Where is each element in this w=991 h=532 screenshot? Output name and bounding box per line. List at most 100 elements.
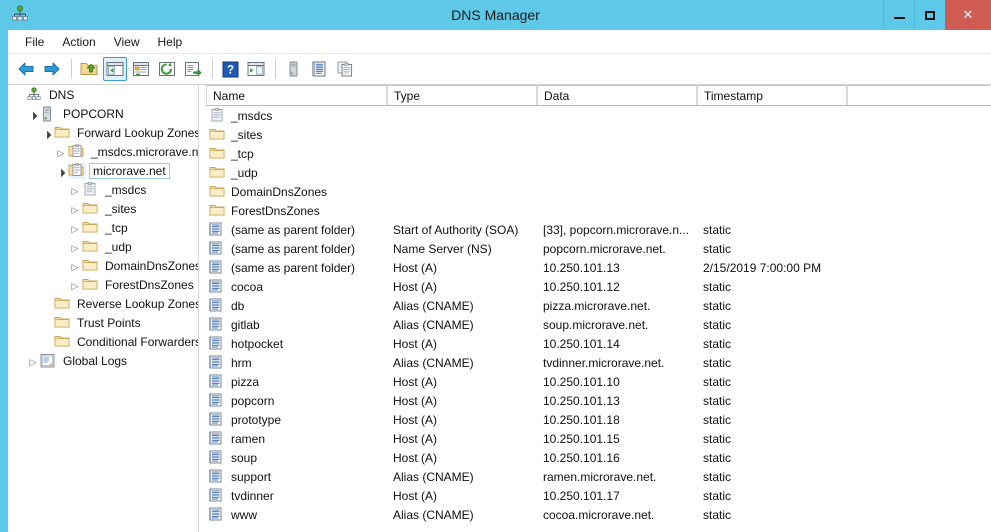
tree-item-forestdnszones[interactable]: ▷ ForestDnsZones	[8, 275, 198, 294]
close-button[interactable]: ✕	[945, 0, 991, 30]
tree-item-label: Forward Lookup Zones	[77, 125, 199, 140]
minimize-button[interactable]	[883, 0, 914, 30]
window-controls: ✕	[883, 0, 991, 30]
tree-item-msdcs-microrave-net[interactable]: ▷ _msdcs.microrave.net	[8, 142, 198, 161]
expand-arrow-icon[interactable]: ▷	[30, 357, 37, 367]
table-row[interactable]: gitlab Alias (CNAME) soup.microrave.net. st…	[206, 315, 991, 334]
expand-arrow-icon[interactable]: ▷	[72, 243, 79, 253]
up-one-level-icon[interactable]	[77, 57, 101, 81]
cell-name: _udp	[206, 165, 387, 180]
collapse-arrow-icon[interactable]: ◢	[27, 110, 38, 121]
column-header-filler[interactable]	[847, 85, 990, 105]
maximize-button[interactable]	[914, 0, 945, 30]
table-row[interactable]: (same as parent folder) Host (A) 10.250.10…	[206, 258, 991, 277]
cell-name: (same as parent folder)	[206, 222, 387, 237]
cell-name-text: tvdinner	[231, 488, 274, 503]
new-server-icon[interactable]	[281, 57, 305, 81]
properties-icon[interactable]	[129, 57, 153, 81]
table-row[interactable]: prototype Host (A) 10.250.101.18 static	[206, 410, 991, 429]
console-tree[interactable]: DNS ◢ POPCORN ◢ Forward Lookup Zones ▷ _msdcs.…	[8, 85, 199, 532]
tree-item-udp[interactable]: ▷ _udp	[8, 237, 198, 256]
record-icon	[209, 374, 227, 389]
table-row[interactable]: _tcp	[206, 144, 991, 163]
record-icon	[209, 488, 227, 503]
table-row[interactable]: popcorn Host (A) 10.250.101.13 static	[206, 391, 991, 410]
back-icon[interactable]	[14, 57, 38, 81]
refresh-icon[interactable]	[155, 57, 179, 81]
cell-name: _sites	[206, 127, 387, 142]
expand-arrow-icon[interactable]: ▷	[72, 205, 79, 215]
table-row[interactable]: pizza Host (A) 10.250.101.10 static	[206, 372, 991, 391]
tree-item-trust-points[interactable]: Trust Points	[8, 313, 198, 332]
tree-item-msdcs[interactable]: ▷ _msdcs	[8, 180, 198, 199]
tree-item-conditional-forwarders[interactable]: Conditional Forwarders	[8, 332, 198, 351]
menu-view[interactable]: View	[105, 32, 149, 52]
separator-1	[71, 59, 72, 79]
expand-arrow-icon[interactable]: ▷	[72, 262, 79, 272]
tree-item-label: _msdcs	[105, 182, 147, 197]
tree-item-sites[interactable]: ▷ _sites	[8, 199, 198, 218]
tree-item-domaindnszones[interactable]: ▷ DomainDnsZones	[8, 256, 198, 275]
cell-type: Host (A)	[393, 260, 438, 275]
tree-item-microrave-net[interactable]: ◢ microrave.net	[8, 161, 198, 180]
cell-name: ramen	[206, 431, 387, 446]
record-icon	[209, 279, 227, 294]
export-list-icon[interactable]	[181, 57, 205, 81]
expand-arrow-icon[interactable]: ▷	[72, 224, 79, 234]
folder-icon	[54, 125, 72, 141]
table-row[interactable]: _msdcs	[206, 106, 991, 125]
show-hide-action-pane-icon[interactable]	[244, 57, 268, 81]
collapse-arrow-icon[interactable]: ◢	[41, 129, 52, 140]
menu-file[interactable]: File	[16, 32, 53, 52]
collapse-arrow-icon[interactable]: ◢	[55, 167, 66, 178]
expand-arrow-icon[interactable]: ▷	[72, 281, 79, 291]
table-row[interactable]: (same as parent folder) Name Server (NS) p…	[206, 239, 991, 258]
table-row[interactable]: db Alias (CNAME) pizza.microrave.net. stati…	[206, 296, 991, 315]
column-header-timestamp[interactable]: Timestamp	[697, 85, 847, 105]
new-record-icon[interactable]	[307, 57, 331, 81]
menu-help[interactable]: Help	[149, 32, 192, 52]
separator-3	[275, 59, 276, 79]
table-row[interactable]: tvdinner Host (A) 10.250.101.17 static	[206, 486, 991, 505]
column-header-name[interactable]: Name	[206, 85, 387, 105]
cell-name-text: _udp	[231, 165, 258, 180]
copy-icon[interactable]	[333, 57, 357, 81]
table-row[interactable]: _sites	[206, 125, 991, 144]
table-row[interactable]: soup Host (A) 10.250.101.16 static	[206, 448, 991, 467]
help-icon[interactable]: ?	[218, 57, 242, 81]
tree-item-label: Reverse Lookup Zones	[77, 296, 199, 311]
tree-item-forward-lookup-zones[interactable]: ◢ Forward Lookup Zones	[8, 123, 198, 142]
cell-data: 10.250.101.14	[543, 336, 620, 351]
column-header-type[interactable]: Type	[387, 85, 537, 105]
cell-timestamp: static	[703, 393, 732, 408]
column-header-data[interactable]: Data	[537, 85, 697, 105]
tree-item-popcorn[interactable]: ◢ POPCORN	[8, 104, 198, 123]
forward-icon[interactable]	[40, 57, 64, 81]
table-row[interactable]: (same as parent folder) Start of Authorit…	[206, 220, 991, 239]
table-row[interactable]: ForestDnsZones	[206, 201, 991, 220]
table-row[interactable]: hotpocket Host (A) 10.250.101.14 static	[206, 334, 991, 353]
tree-item-global-logs[interactable]: ▷ Global Logs	[8, 351, 198, 370]
table-row[interactable]: _udp	[206, 163, 991, 182]
cell-data: soup.microrave.net.	[543, 317, 649, 332]
cell-name-text: cocoa	[231, 279, 264, 294]
table-row[interactable]: ramen Host (A) 10.250.101.15 static	[206, 429, 991, 448]
cell-name-text: gitlab	[231, 317, 260, 332]
table-row[interactable]: www Alias (CNAME) cocoa.microrave.net. stat…	[206, 505, 991, 524]
expand-arrow-icon[interactable]: ▷	[72, 186, 79, 196]
table-row[interactable]: support Alias (CNAME) ramen.microrave.net.…	[206, 467, 991, 486]
table-row[interactable]: DomainDnsZones	[206, 182, 991, 201]
menu-action[interactable]: Action	[53, 32, 104, 52]
table-row[interactable]: cocoa Host (A) 10.250.101.12 static	[206, 277, 991, 296]
show-hide-console-tree-icon[interactable]	[103, 57, 127, 81]
expand-arrow-icon[interactable]: ▷	[58, 148, 65, 158]
cell-data: 10.250.101.10	[543, 374, 620, 389]
table-row[interactable]: hrm Alias (CNAME) tvdinner.microrave.net. s…	[206, 353, 991, 372]
cell-name-text: (same as parent folder)	[231, 260, 356, 275]
records-list-view[interactable]: Name Type Data Timestamp _msdcs _sites _tcp _u…	[206, 85, 991, 532]
tree-item-tcp[interactable]: ▷ _tcp	[8, 218, 198, 237]
tree-item-dns[interactable]: DNS	[8, 85, 198, 104]
tree-item-reverse-lookup-zones[interactable]: Reverse Lookup Zones	[8, 294, 198, 313]
cell-type: Host (A)	[393, 279, 438, 294]
record-icon	[209, 355, 227, 370]
